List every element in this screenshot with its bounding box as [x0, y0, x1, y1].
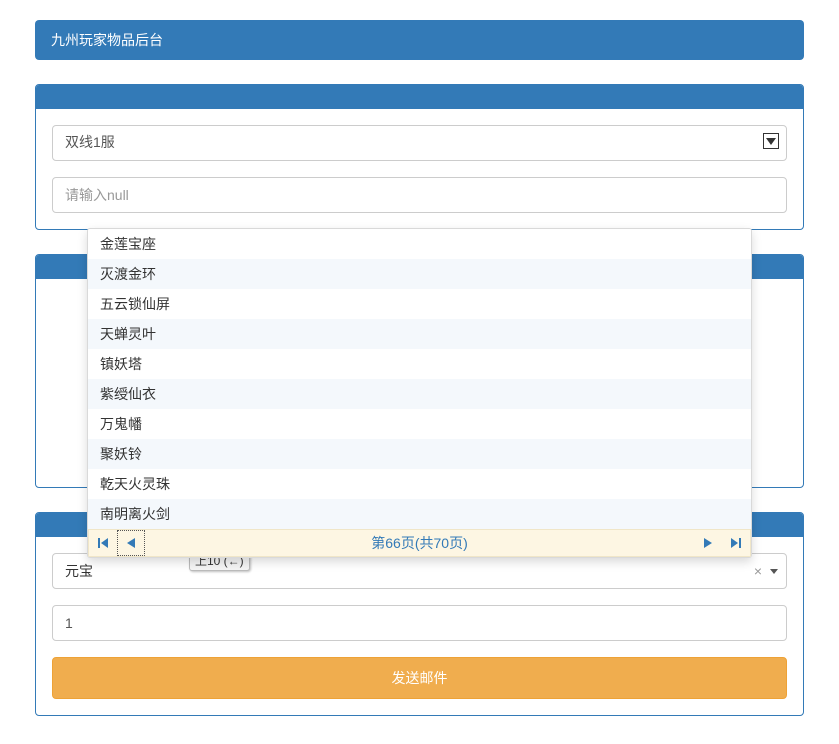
pager-next-button[interactable] — [694, 530, 722, 556]
panel-server-body: 双线1服 — [36, 109, 803, 229]
dropdown-list: 金莲宝座 灭渡金环 五云锁仙屏 天蝉灵叶 镇妖塔 紫绶仙衣 万鬼幡 聚妖铃 乾天… — [88, 229, 751, 529]
panel-send-body: 元宝 × 上10 (←) 发送邮件 — [36, 537, 803, 715]
dropdown-option[interactable]: 南明离火剑 — [88, 499, 751, 529]
combo-clear-button[interactable]: × — [754, 563, 762, 579]
quantity-input[interactable] — [52, 605, 787, 641]
item-combo-value: 元宝 — [65, 561, 93, 581]
dropdown-option[interactable]: 万鬼幡 — [88, 409, 751, 439]
dropdown-option[interactable]: 乾天火灵珠 — [88, 469, 751, 499]
next-page-icon — [704, 538, 712, 548]
pager-prev-button[interactable] — [117, 530, 145, 556]
pager-text: 第 66 页(共70页) — [145, 530, 694, 556]
server-select[interactable]: 双线1服 — [52, 125, 787, 161]
page-title-bar: 九州玩家物品后台 — [35, 20, 804, 60]
dropdown-option[interactable]: 金莲宝座 — [88, 229, 751, 259]
dropdown-option[interactable]: 镇妖塔 — [88, 349, 751, 379]
panel-server-header — [36, 85, 803, 109]
prev-page-icon — [127, 538, 135, 548]
item-combo-select[interactable]: 元宝 × 上10 (←) — [52, 553, 787, 589]
dropdown-option[interactable]: 天蝉灵叶 — [88, 319, 751, 349]
caret-down-icon — [770, 569, 778, 574]
dropdown-option[interactable]: 五云锁仙屏 — [88, 289, 751, 319]
send-mail-button[interactable]: 发送邮件 — [52, 657, 787, 699]
pager-last-button[interactable] — [722, 530, 750, 556]
last-page-icon — [731, 538, 741, 548]
page-title-text: 九州玩家物品后台 — [51, 32, 163, 48]
pager-first-button[interactable] — [89, 530, 117, 556]
first-page-icon — [98, 538, 108, 548]
dropdown-option[interactable]: 灭渡金环 — [88, 259, 751, 289]
item-dropdown: 金莲宝座 灭渡金环 五云锁仙屏 天蝉灵叶 镇妖塔 紫绶仙衣 万鬼幡 聚妖铃 乾天… — [87, 228, 752, 558]
panel-server: 双线1服 — [35, 84, 804, 230]
null-input[interactable] — [52, 177, 787, 213]
dropdown-option[interactable]: 紫绶仙衣 — [88, 379, 751, 409]
dropdown-pager: 第 66 页(共70页) — [88, 529, 751, 557]
dropdown-option[interactable]: 聚妖铃 — [88, 439, 751, 469]
